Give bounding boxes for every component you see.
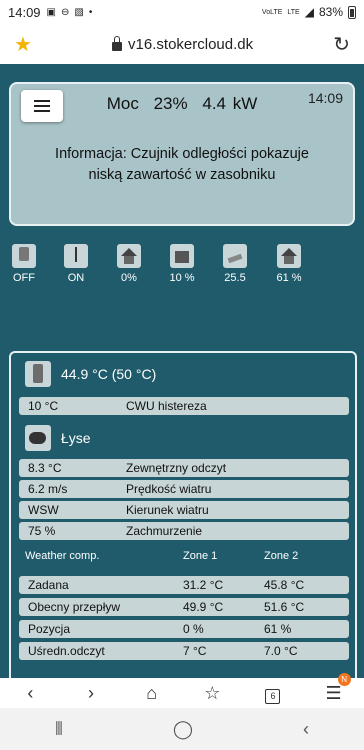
hopper-status[interactable]: 10 % [164, 244, 200, 284]
house-icon [277, 244, 301, 268]
image-icon: ▧ [74, 6, 84, 18]
url-text: v16.stokercloud.dk [128, 35, 254, 53]
weather-comp-row: Pozycja 0 % 61 % [19, 620, 349, 638]
minus-circle-icon: ⊖ [61, 6, 70, 18]
power-percent: 23% [153, 94, 188, 113]
weather-comp-row: Uśredn.odczyt 7 °C 7.0 °C [19, 642, 349, 660]
status-card: Moc 23% 4.4 kW 14:09 Informacja: Czujnik… [9, 82, 355, 226]
battery-icon [348, 5, 356, 19]
weather-row: 75 % Zachmurzenie [19, 522, 349, 540]
outdoor-status[interactable]: 25.5 [217, 244, 253, 284]
info-message: Informacja: Czujnik odległości pokazuje … [55, 146, 309, 183]
menu-button[interactable] [21, 90, 63, 122]
battery-percent: 83% [318, 5, 343, 19]
page-content: Moc 23% 4.4 kW 14:09 Informacja: Czujnik… [0, 64, 364, 678]
boiler-icon [12, 244, 36, 268]
browser-address-bar: ★ v16.stokercloud.dk ↻ [0, 24, 364, 64]
home-icon[interactable]: ⌂ [137, 683, 167, 704]
system-back-icon[interactable]: ‹ [303, 719, 309, 740]
weather-row: 8.3 °C Zewnętrzny odczyt [19, 459, 349, 477]
cloud-icon [25, 425, 51, 451]
zone2-status[interactable]: 61 % [271, 244, 307, 284]
star-icon[interactable]: ★ [14, 32, 32, 57]
browser-menu-button[interactable]: ☰ N [319, 672, 351, 704]
status-time: 14:09 [8, 4, 41, 20]
status-bar: 14:09 ▣ ⊖ ▧ • VoLTE LTE ◢ 83% [0, 0, 364, 24]
boiler-status[interactable]: OFF [6, 244, 42, 284]
house-icon [117, 244, 141, 268]
recents-icon[interactable]: ⦀ [55, 719, 63, 740]
weather-comp-row: Zadana 31.2 °C 45.8 °C [19, 576, 349, 594]
bookmark-star-icon[interactable]: ☆ [197, 683, 227, 704]
hysteresis-row: 10 °C CWU histereza [19, 397, 349, 415]
hot-water-status[interactable]: ON [58, 244, 94, 284]
reload-icon[interactable]: ↻ [333, 32, 350, 57]
weather-location: Łyse [61, 430, 91, 446]
volte-indicator: VoLTE [261, 8, 283, 16]
lock-icon [112, 35, 123, 51]
url-field[interactable]: v16.stokercloud.dk [32, 35, 333, 53]
weather-comp-row: Obecny przepływ 49.9 °C 51.6 °C [19, 598, 349, 616]
hopper-icon [170, 244, 194, 268]
tabs-button[interactable]: 6 [258, 683, 288, 704]
thermometer-icon [64, 244, 88, 268]
signal-icon: ◢ [304, 5, 314, 19]
dot-icon: • [88, 6, 93, 18]
weather-row: WSW Kierunek wiatru [19, 501, 349, 519]
weather-comp-header: Weather comp. Zone 1 Zone 2 [25, 550, 299, 562]
system-home-icon[interactable]: ◯ [173, 719, 193, 740]
power-kw: 4.4 kW [202, 94, 258, 113]
tabs-icon: 6 [265, 688, 281, 704]
hot-water-header: 44.9 °C (50 °C) [25, 361, 156, 387]
weather-header: Łyse [25, 425, 91, 451]
details-card: 44.9 °C (50 °C) 10 °C CWU histereza Łyse… [9, 351, 357, 678]
hamburger-icon [34, 100, 50, 102]
system-nav-bar: ⦀ ◯ ‹ [0, 708, 364, 750]
browser-bottom-nav: ‹ › ⌂ ☆ 6 ☰ N [0, 672, 364, 708]
card-clock: 14:09 [307, 90, 343, 106]
forward-icon[interactable]: › [76, 683, 106, 704]
zone1-status[interactable]: 0% [111, 244, 147, 284]
boiler-icon [25, 361, 51, 387]
power-label: Moc [106, 94, 139, 113]
lte-indicator: LTE [287, 8, 300, 16]
weather-row: 6.2 m/s Prędkość wiatru [19, 480, 349, 498]
app-notification-icon: ▣ [46, 6, 56, 18]
status-icons-row: OFF ON 0% 10 % 25.5 61 % [0, 244, 364, 290]
outdoor-icon [223, 244, 247, 268]
hot-water-temp: 44.9 °C (50 °C) [61, 366, 157, 382]
back-icon[interactable]: ‹ [15, 683, 45, 704]
notification-badge: N [337, 672, 351, 686]
